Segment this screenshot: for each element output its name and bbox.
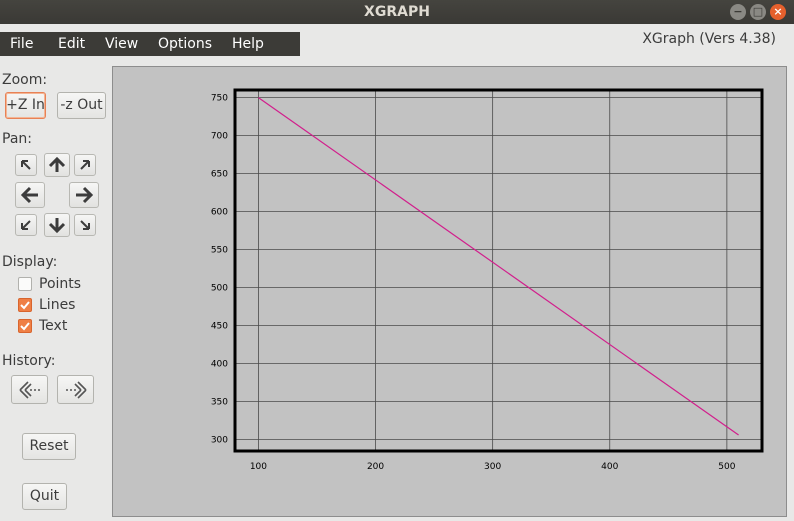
quit-button[interactable]: Quit [22,483,67,510]
pan-down-left-button[interactable] [15,214,37,236]
points-checkbox-box[interactable] [18,277,32,291]
x-tick-label: 200 [367,462,384,472]
maximize-button[interactable]: □ [750,4,766,20]
menu-help[interactable]: Help [232,32,264,56]
arrow-up-icon [48,156,66,172]
window-title: XGRAPH [364,4,430,20]
display-label: Display: [2,254,58,270]
y-tick-label: 750 [211,94,228,104]
menu-view[interactable]: View [105,32,138,56]
title-bar: XGRAPH − □ × [0,0,794,24]
plot-area[interactable]: 100 200 300 400 500 300 350 400 450 500 550 600 650 7… [112,66,787,517]
version-label: XGraph (Vers 4.38) [642,31,776,47]
x-tick-label: 100 [250,462,267,472]
reset-button[interactable]: Reset [22,433,76,460]
y-tick-label: 500 [211,284,228,294]
y-tick-label: 400 [211,360,228,370]
checkmark-icon [20,322,30,331]
arrow-down-icon [48,218,66,234]
history-back-button[interactable] [11,375,48,404]
pan-up-right-button[interactable] [74,154,96,176]
zoom-in-button[interactable]: +Z In [5,92,46,119]
zoom-label: Zoom: [2,72,48,88]
arrow-right-icon [76,186,94,204]
lines-checkbox-label: Lines [39,297,76,313]
history-label: History: [2,353,56,369]
y-tick-label: 650 [211,170,228,180]
pan-down-button[interactable] [44,213,70,237]
zoom-out-button[interactable]: -z Out [57,92,106,119]
x-tick-label: 400 [601,462,618,472]
y-tick-label: 350 [211,398,228,408]
y-tick-label: 450 [211,322,228,332]
arrow-left-icon [20,186,38,204]
lines-checkbox-box[interactable] [18,298,32,312]
x-tick-label: 500 [718,462,735,472]
y-tick-label: 700 [211,132,228,142]
text-checkbox-label: Text [39,318,68,334]
y-tick-label: 550 [211,246,228,256]
x-tick-label: 300 [484,462,501,472]
arrow-up-right-icon [80,160,90,170]
points-checkbox-label: Points [39,276,82,292]
history-forward-button[interactable] [57,375,94,404]
line-chart: 100 200 300 400 500 300 350 400 450 500 550 600 650 7… [211,88,764,472]
plot-frame [233,88,764,453]
arrow-down-left-icon [21,220,31,230]
arrow-down-right-icon [80,220,90,230]
history-back-icon [18,381,40,399]
pan-label: Pan: [2,131,32,147]
menu-edit[interactable]: Edit [58,32,85,56]
menu-file[interactable]: File [10,32,33,56]
arrow-up-left-icon [21,160,31,170]
minimize-button[interactable]: − [730,4,746,20]
y-tick-label: 600 [211,208,228,218]
pan-down-right-button[interactable] [74,214,96,236]
pan-up-button[interactable] [44,153,70,177]
pan-right-button[interactable] [69,182,99,208]
y-tick-label: 300 [211,436,228,446]
close-button[interactable]: × [770,4,786,20]
checkmark-icon [20,301,30,310]
menu-options[interactable]: Options [158,32,212,56]
series-line [258,97,739,436]
pan-up-left-button[interactable] [15,154,37,176]
menu-bar: File Edit View Options Help [0,32,300,56]
text-checkbox-box[interactable] [18,319,32,333]
history-forward-icon [65,381,87,399]
pan-left-button[interactable] [15,182,45,208]
